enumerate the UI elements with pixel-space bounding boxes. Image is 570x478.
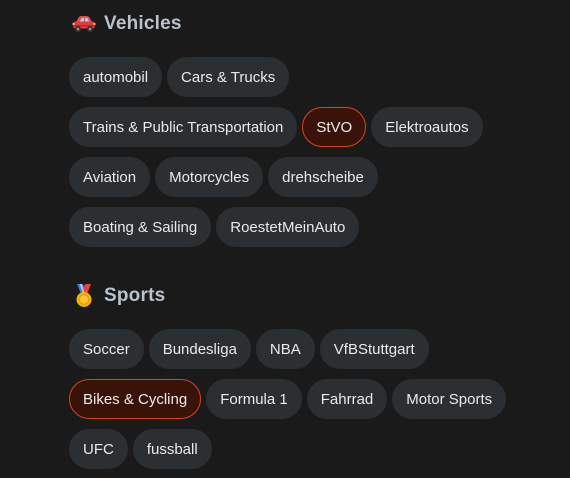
topic-chip-bikes-cycling[interactable]: Bikes & Cycling	[69, 379, 202, 419]
topic-chip-automobil[interactable]: automobil	[69, 57, 163, 97]
section-sports: Sports Soccer Bundesliga NBA VfBStuttgar…	[69, 283, 549, 478]
chip-row: automobil Cars & Trucks	[69, 57, 549, 97]
topic-chip-trains-public-transportation[interactable]: Trains & Public Transportation	[69, 107, 298, 147]
chip-row: Boating & Sailing RoestetMeinAuto	[69, 207, 549, 247]
topic-chip-stvo[interactable]: StVO	[302, 107, 367, 147]
topic-chip-boating-sailing[interactable]: Boating & Sailing	[69, 207, 212, 247]
topic-chip-drehscheibe[interactable]: drehscheibe	[268, 157, 378, 197]
chip-row: Trains & Public Transportation StVO Elek…	[69, 107, 549, 147]
chip-row: Bikes & Cycling Formula 1 Fahrrad Motor …	[69, 379, 549, 419]
section-header-vehicles: Vehicles	[71, 11, 549, 37]
topic-chip-soccer[interactable]: Soccer	[69, 329, 144, 369]
topic-chip-fahrrad[interactable]: Fahrrad	[306, 379, 388, 419]
section-header-sports: Sports	[71, 283, 549, 309]
medal-icon	[71, 284, 97, 308]
section-title-vehicles: Vehicles	[104, 13, 182, 34]
chip-row: Aviation Motorcycles drehscheibe	[69, 157, 549, 197]
topic-chip-roestetmeinauto[interactable]: RoestetMeinAuto	[216, 207, 360, 247]
car-icon	[71, 12, 97, 36]
topic-chip-nba[interactable]: NBA	[255, 329, 315, 369]
section-title-sports: Sports	[104, 285, 166, 306]
chip-row: Soccer Bundesliga NBA VfBStuttgart	[69, 329, 549, 369]
topic-chip-motorcycles[interactable]: Motorcycles	[155, 157, 264, 197]
topic-chip-cars-trucks[interactable]: Cars & Trucks	[167, 57, 290, 97]
topic-chip-elektroautos[interactable]: Elektroautos	[371, 107, 483, 147]
topic-chip-bundesliga[interactable]: Bundesliga	[148, 329, 251, 369]
chip-row: UFC fussball	[69, 429, 549, 469]
topic-chip-fussball[interactable]: fussball	[132, 429, 212, 469]
topic-chip-vfbstuttgart[interactable]: VfBStuttgart	[319, 329, 429, 369]
topic-chip-formula-1[interactable]: Formula 1	[206, 379, 302, 419]
section-vehicles: Vehicles automobil Cars & Trucks Trains …	[69, 11, 549, 257]
topic-chip-ufc[interactable]: UFC	[69, 429, 128, 469]
topic-chip-aviation[interactable]: Aviation	[69, 157, 151, 197]
topic-chip-motor-sports[interactable]: Motor Sports	[392, 379, 507, 419]
